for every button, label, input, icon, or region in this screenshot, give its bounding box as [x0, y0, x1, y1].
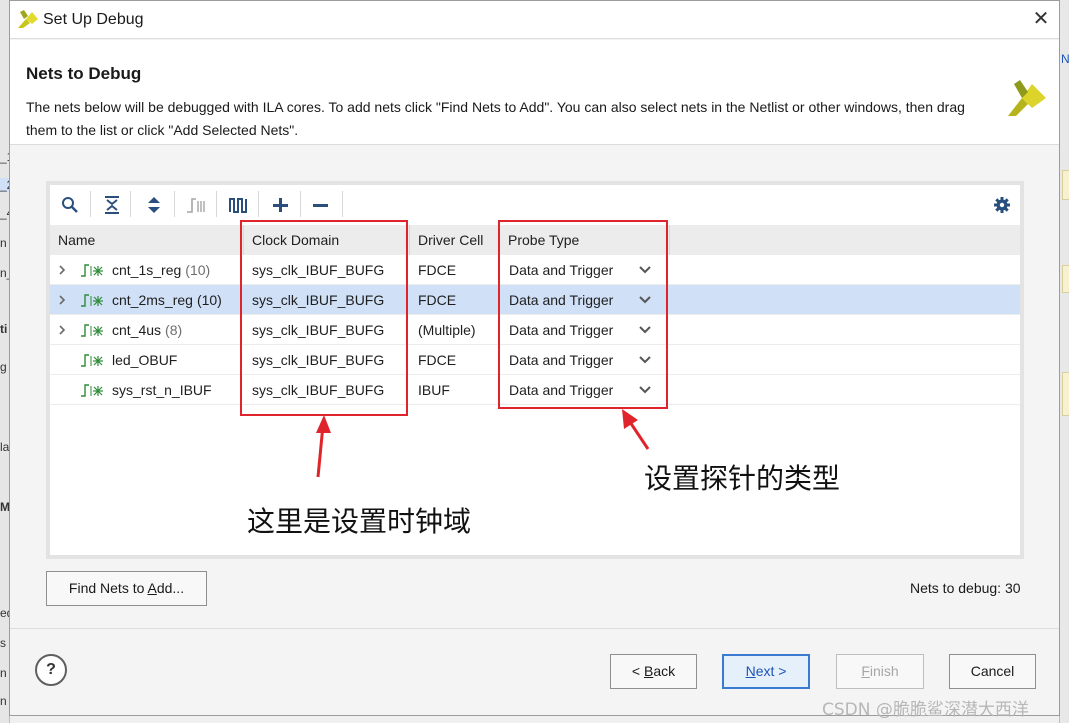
net-icon — [81, 294, 103, 307]
page-title: Nets to Debug — [26, 64, 142, 83]
arrow-icon — [622, 409, 650, 450]
waveform-icon[interactable] — [226, 193, 250, 217]
button-mnemonic: B — [643, 663, 654, 679]
toolbar-separator — [258, 191, 259, 217]
divider — [10, 628, 1059, 629]
bg-block — [1062, 372, 1069, 416]
next-button[interactable]: Next > — [722, 654, 810, 689]
cancel-button[interactable]: Cancel — [949, 654, 1036, 689]
button-label: ack — [653, 663, 676, 679]
title-bar: Set Up Debug ✕ — [10, 1, 1059, 39]
chevron-right-icon[interactable] — [56, 324, 68, 336]
net-name: led_OBUF — [112, 345, 177, 375]
button-label: inish — [869, 663, 899, 679]
net-name-text: sys_rst_n_IBUF — [112, 382, 212, 398]
bg-block — [1062, 265, 1069, 293]
dialog-title: Set Up Debug — [43, 11, 144, 28]
column-header-name[interactable]: Name — [50, 225, 244, 255]
button-label: ext > — [755, 663, 787, 679]
probe-type-highlight — [498, 220, 668, 409]
bg-block — [1062, 170, 1069, 200]
net-name: cnt_4us (8) — [112, 315, 182, 345]
header-area: Nets to Debug The nets below will be deb… — [10, 40, 1059, 144]
net-name: cnt_1s_reg (10) — [112, 255, 210, 285]
toolbar-separator — [90, 191, 91, 217]
net-icon — [81, 354, 103, 367]
driver-cell: IBUF — [418, 382, 450, 398]
net-width: (10) — [196, 292, 222, 308]
page-description: The nets below will be debugged with ILA… — [26, 99, 965, 138]
button-mnemonic: F — [861, 663, 870, 679]
back-button[interactable]: < Back — [610, 654, 697, 689]
nets-toolbar — [50, 185, 1020, 225]
net-name: cnt_2ms_reg (10) — [112, 285, 222, 315]
net-icon — [81, 384, 103, 397]
net-type-icon[interactable] — [184, 193, 208, 217]
net-name: sys_rst_n_IBUF — [112, 375, 212, 405]
arrow-icon — [316, 415, 331, 478]
remove-icon[interactable] — [308, 193, 332, 217]
button-label: dd... — [156, 580, 185, 596]
gear-icon[interactable] — [990, 193, 1014, 217]
column-header-driver-cell[interactable]: Driver Cell — [410, 225, 500, 255]
finish-button[interactable]: Finish — [836, 654, 924, 689]
net-name-text: cnt_4us — [112, 322, 162, 338]
xilinx-logo-icon — [18, 10, 38, 28]
driver-cell: FDCE — [418, 262, 457, 278]
expand-all-icon[interactable] — [142, 193, 166, 217]
clock-domain-annotation: 这里是设置时钟域 — [247, 505, 472, 538]
toolbar-separator — [342, 191, 343, 217]
nets-to-debug-count: Nets to debug: 30 — [910, 580, 1021, 596]
divider — [10, 144, 1059, 145]
xilinx-logo-icon — [1008, 80, 1046, 116]
button-mnemonic: A — [147, 580, 157, 596]
find-nets-to-add-button[interactable]: Find Nets to Add... — [46, 571, 207, 606]
bg-fragment: N — [1061, 52, 1069, 66]
net-name-text: cnt_2ms_reg — [112, 292, 193, 308]
help-icon[interactable]: ? — [35, 654, 67, 686]
net-icon — [81, 324, 103, 337]
chevron-right-icon[interactable] — [56, 294, 68, 306]
collapse-all-icon[interactable] — [100, 193, 124, 217]
toolbar-separator — [130, 191, 131, 217]
driver-cell: FDCE — [418, 352, 457, 368]
watermark: CSDN @脆脆鲨深潜大西洋 — [822, 700, 1029, 720]
driver-cell: FDCE — [418, 292, 457, 308]
button-label: < — [631, 663, 644, 679]
set-up-debug-dialog: Set Up Debug ✕ Nets to Debug The nets be… — [9, 0, 1060, 716]
background-window-right: N — [1059, 0, 1069, 723]
driver-cell: (Multiple) — [418, 322, 476, 338]
chevron-right-icon[interactable] — [56, 264, 68, 276]
net-width: (8) — [165, 322, 183, 338]
close-icon[interactable]: ✕ — [1030, 9, 1052, 31]
toolbar-separator — [216, 191, 217, 217]
toolbar-separator — [300, 191, 301, 217]
probe-type-annotation: 设置探针的类型 — [644, 462, 841, 495]
button-label: Find Nets to — [68, 580, 148, 596]
search-icon[interactable] — [58, 193, 82, 217]
clock-domain-highlight — [240, 220, 408, 416]
net-width: (10) — [185, 262, 211, 278]
net-name-text: cnt_1s_reg — [112, 262, 182, 278]
toolbar-separator — [174, 191, 175, 217]
net-name-text: led_OBUF — [112, 352, 178, 368]
button-mnemonic: N — [745, 663, 756, 679]
add-icon[interactable] — [268, 193, 292, 217]
net-icon — [81, 264, 103, 277]
